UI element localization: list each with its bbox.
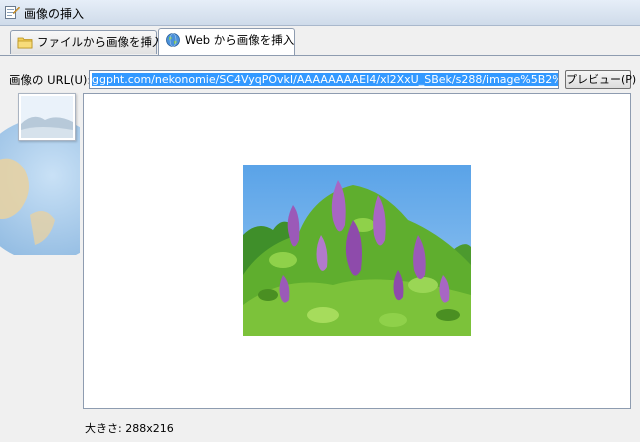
preview-area [83, 93, 631, 409]
landscape-thumbnail-icon [21, 96, 73, 138]
window-title: 画像の挿入 [24, 7, 85, 21]
tab-from-file[interactable]: ファイルから画像を挿入 [10, 30, 164, 54]
tab-from-file-label: ファイルから画像を挿入 [37, 35, 164, 49]
image-size-label: 大きさ: 288x216 [85, 422, 174, 435]
globe-icon [166, 33, 180, 47]
tab-divider [0, 55, 640, 56]
preview-button[interactable]: プレビュー(P) [565, 70, 636, 89]
tab-strip: ファイルから画像を挿入 Web から画像を挿入 [0, 26, 640, 56]
lilac-photo [243, 165, 471, 336]
folder-icon [17, 37, 33, 49]
url-selected-text: ggpht.com/nekonomie/SC4VyqPOvkI/AAAAAAAA… [92, 73, 558, 86]
tab-from-web[interactable]: Web から画像を挿入 [158, 28, 295, 55]
url-input[interactable]: ggpht.com/nekonomie/SC4VyqPOvkI/AAAAAAAA… [89, 70, 559, 89]
url-label: 画像の URL(U): [9, 73, 92, 87]
thumbnail-frame [18, 93, 76, 141]
insert-image-icon [5, 6, 20, 19]
tab-from-web-label: Web から画像を挿入 [185, 33, 295, 47]
title-bar: 画像の挿入 [0, 0, 640, 26]
